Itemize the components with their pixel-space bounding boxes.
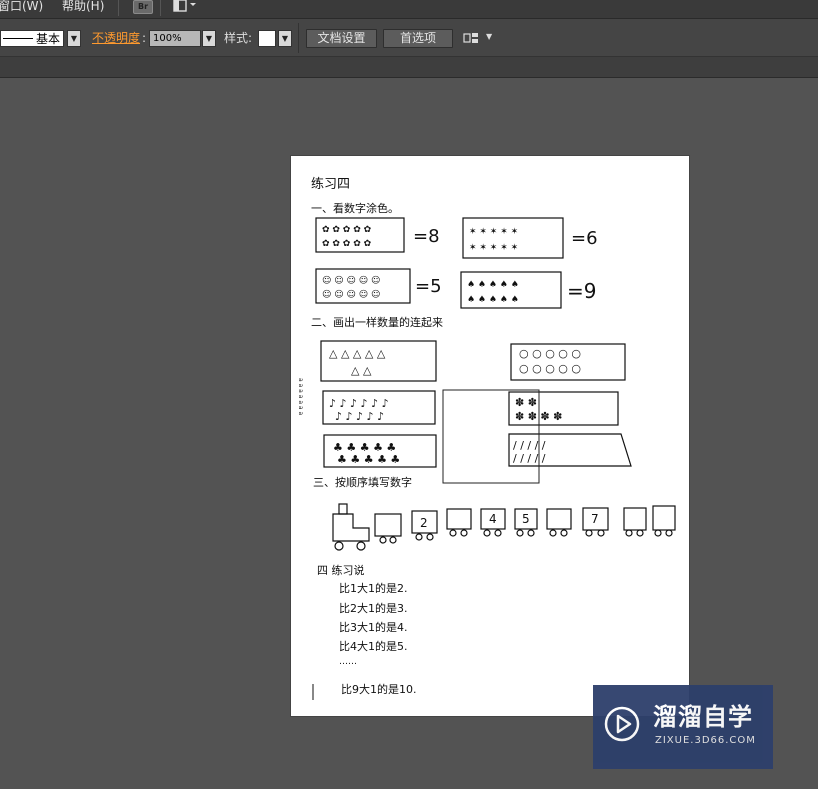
- menu-window[interactable]: 窗口(W): [0, 0, 43, 14]
- q4-line-last: 比9大1的是10.: [341, 682, 417, 696]
- q1-heading: 一、看数字涂色。: [311, 201, 399, 215]
- opacity-input[interactable]: 100%: [149, 30, 201, 47]
- stroke-profile-dropdown[interactable]: 基本: [0, 30, 64, 47]
- svg-text:/ / / / /: / / / / /: [513, 439, 546, 452]
- svg-text:♣ ♣ ♣ ♣ ♣: ♣ ♣ ♣ ♣ ♣: [337, 453, 400, 466]
- control-separator: [298, 23, 299, 53]
- artboard[interactable]: 练习四 一、看数字涂色。 ✿ ✿ ✿ ✿ ✿ ✿ ✿ ✿ ✿ ✿ =8 ✶ ✶ …: [291, 156, 689, 716]
- q1-number-1: =8: [413, 226, 440, 247]
- svg-text:○ ○ ○ ○ ○: ○ ○ ○ ○ ○: [519, 347, 581, 360]
- q3-train: [332, 503, 676, 551]
- q1-number-2: =6: [571, 228, 598, 249]
- document-setup-button[interactable]: 文档设置: [306, 29, 377, 48]
- q4-line-ellipsis: ……: [339, 657, 357, 667]
- train-number-4: 7: [591, 512, 599, 526]
- menu-bar: 窗口(W) 帮助(H) Br: [0, 0, 818, 19]
- svg-text:♠ ♠ ♠ ♠ ♠: ♠ ♠ ♠ ♠ ♠: [467, 295, 519, 305]
- svg-text:a a a a a a a: a a a a a a a: [297, 378, 304, 416]
- q1-number-3: =5: [415, 276, 442, 297]
- svg-text:♪ ♪ ♪ ♪ ♪: ♪ ♪ ♪ ♪ ♪: [335, 410, 384, 423]
- svg-text:△ △ △ △ △: △ △ △ △ △: [329, 347, 386, 360]
- watermark-url: ZIXUE.3D66.COM: [655, 735, 756, 746]
- graphic-style-swatch[interactable]: [258, 30, 276, 47]
- train-number-2: 4: [489, 512, 497, 526]
- q1-box-4: ♠ ♠ ♠ ♠ ♠ ♠ ♠ ♠ ♠ ♠: [460, 271, 562, 309]
- watermark-brand: 溜溜自学: [653, 703, 753, 731]
- train-number-1: 2: [420, 516, 428, 530]
- stroke-preview-line: [3, 38, 33, 39]
- chevron-down-icon[interactable]: ▼: [67, 30, 81, 47]
- svg-text:/ / / / /: / / / / /: [513, 452, 546, 465]
- q2-right-boxes: ○ ○ ○ ○ ○ ○ ○ ○ ○ ○ ✽ ✽ ✽ ✽ ✽ ✽ / / / / …: [508, 343, 632, 467]
- preferences-button[interactable]: 首选项: [383, 29, 453, 48]
- worksheet-scan-image: 练习四 一、看数字涂色。 ✿ ✿ ✿ ✿ ✿ ✿ ✿ ✿ ✿ ✿ =8 ✶ ✶ …: [297, 177, 676, 700]
- q1-number-4: =9: [567, 279, 596, 303]
- q4-line-4: 比4大1的是5.: [339, 639, 408, 653]
- play-logo-icon: [604, 706, 640, 742]
- q2-left-boxes: △ △ △ △ △ △ △ ♪ ♪ ♪ ♪ ♪ ♪ ♪ ♪ ♪ ♪ ♪ ♣ ♣ …: [320, 340, 437, 468]
- document-tab-strip: [0, 57, 818, 78]
- q4-line-3: 比3大1的是4.: [339, 620, 408, 634]
- train-number-3: 5: [522, 512, 530, 526]
- chevron-down-icon[interactable]: ▼: [278, 30, 292, 47]
- menu-separator: [118, 0, 119, 16]
- control-bar: 基本 ▼ 不透明度 : 100% ▼ 样式: ▼ 文档设置 首选项 ▼: [0, 19, 818, 57]
- style-label: 样式:: [224, 31, 253, 45]
- svg-text:✶ ✶ ✶ ✶ ✶: ✶ ✶ ✶ ✶ ✶: [469, 243, 518, 253]
- svg-text:☺ ☺ ☺ ☺ ☺: ☺ ☺ ☺ ☺ ☺: [322, 275, 380, 286]
- q4-line-1: 比1大1的是2.: [339, 581, 408, 595]
- q1-box-1: ✿ ✿ ✿ ✿ ✿ ✿ ✿ ✿ ✿ ✿: [315, 217, 405, 253]
- opacity-label[interactable]: 不透明度: [92, 31, 140, 45]
- worksheet-title: 练习四: [311, 177, 350, 192]
- svg-text:✿ ✿ ✿ ✿ ✿: ✿ ✿ ✿ ✿ ✿: [322, 239, 372, 249]
- q1-box-2: ✶ ✶ ✶ ✶ ✶ ✶ ✶ ✶ ✶ ✶: [462, 217, 564, 259]
- q2-heading: 二、画出一样数量的连起来: [311, 315, 443, 329]
- svg-text:✽ ✽: ✽ ✽: [515, 396, 537, 409]
- arrange-documents-icon[interactable]: [463, 31, 479, 45]
- q1-box-3: ☺ ☺ ☺ ☺ ☺ ☺ ☺ ☺ ☺ ☺: [315, 268, 411, 304]
- svg-text:△ △: △ △: [351, 364, 372, 377]
- q4-line-2: 比2大1的是3.: [339, 601, 408, 615]
- q3-heading: 三、按顺序填写数字: [313, 475, 412, 489]
- menu-help[interactable]: 帮助(H): [62, 0, 104, 14]
- opacity-colon: :: [142, 31, 147, 45]
- svg-text:♪ ♪ ♪ ♪ ♪ ♪: ♪ ♪ ♪ ♪ ♪ ♪: [329, 397, 389, 410]
- svg-text:☺ ☺ ☺ ☺ ☺: ☺ ☺ ☺ ☺ ☺: [322, 289, 380, 300]
- menu-separator: [160, 0, 161, 16]
- svg-text:✿ ✿ ✿ ✿ ✿: ✿ ✿ ✿ ✿ ✿: [322, 225, 372, 235]
- chevron-down-icon[interactable]: ▼: [202, 30, 216, 47]
- chevron-down-icon[interactable]: ▼: [486, 32, 492, 41]
- watermark-badge: 溜溜自学 ZIXUE.3D66.COM: [593, 685, 773, 769]
- stroke-profile-label: 基本: [35, 32, 60, 46]
- bridge-button[interactable]: Br: [133, 0, 153, 14]
- svg-text:✶ ✶ ✶ ✶ ✶: ✶ ✶ ✶ ✶ ✶: [469, 227, 518, 237]
- svg-text:○ ○ ○ ○ ○: ○ ○ ○ ○ ○: [519, 362, 581, 375]
- workspace-switcher-icon[interactable]: [172, 0, 200, 14]
- q4-heading: 四 练习说: [317, 563, 365, 577]
- svg-text:♠ ♠ ♠ ♠ ♠: ♠ ♠ ♠ ♠ ♠: [467, 280, 519, 290]
